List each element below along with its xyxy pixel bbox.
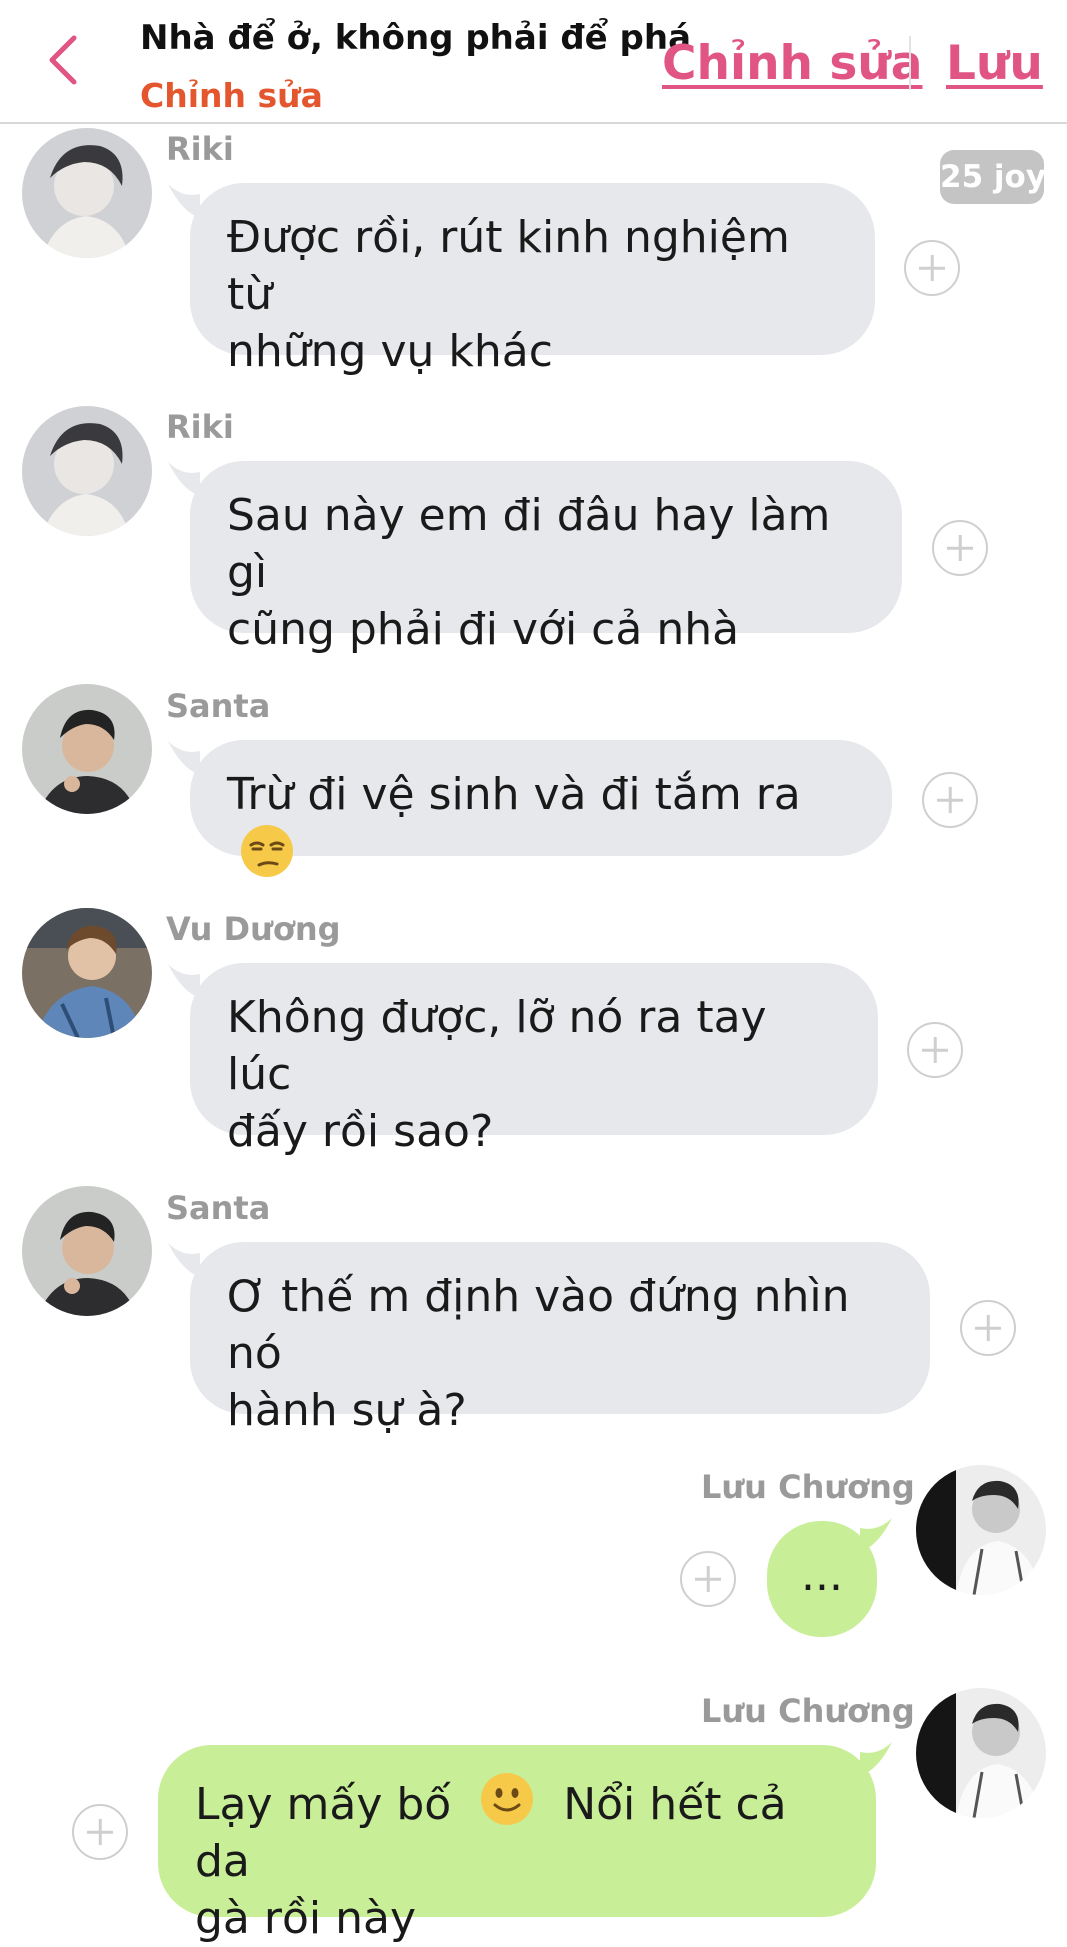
message-line: Được rồi, rút kinh nghiệm từ: [227, 212, 790, 320]
message-line: Trừ đi vệ sinh và đi tắm ra: [227, 769, 801, 820]
bubble-tail: [860, 1518, 892, 1552]
message-bubble[interactable]: Sau này em đi đâu hay làm gì cũng phải đ…: [190, 461, 902, 655]
slight-smile-emoji: [481, 1773, 534, 1825]
bubble-tail: [168, 1243, 200, 1277]
message-line: Không được, lỡ nó ra tay lúc: [227, 992, 767, 1100]
avatar[interactable]: [916, 1465, 1046, 1595]
avatar[interactable]: [22, 908, 152, 1038]
add-reaction-button[interactable]: [922, 772, 978, 828]
message-line: Sau này em đi đâu hay làm gì: [227, 490, 831, 598]
message-line: Ơ thế m định vào đứng nhìn nó: [227, 1271, 850, 1379]
message-bubble[interactable]: Ơ thế m định vào đứng nhìn nó hành sự à?: [190, 1242, 930, 1436]
avatar[interactable]: [22, 1186, 152, 1316]
message-bubble[interactable]: Được rồi, rút kinh nghiệm từ những vụ kh…: [190, 183, 875, 377]
message-bubble[interactable]: Lạy mấy bố Nổi hết cả da gà rồi này: [158, 1745, 876, 1944]
save-button[interactable]: Lưu: [946, 36, 1043, 91]
message-line: cũng phải đi với cả nhà: [227, 604, 740, 655]
add-reaction-button[interactable]: [680, 1551, 736, 1607]
bubble-tail: [168, 462, 200, 496]
bubble-tail: [168, 184, 200, 218]
sender-name: Vu Dương: [166, 910, 341, 948]
chevron-left-icon: [49, 35, 77, 85]
sender-name: Santa: [166, 1189, 271, 1227]
bubble-tail: [860, 1742, 892, 1776]
bubble-tail: [168, 741, 200, 775]
avatar[interactable]: [22, 128, 152, 258]
back-button[interactable]: [40, 30, 90, 90]
add-reaction-button[interactable]: [960, 1300, 1016, 1356]
avatar[interactable]: [916, 1688, 1046, 1818]
message-bubble[interactable]: Không được, lỡ nó ra tay lúc đấy rồi sao…: [190, 963, 878, 1157]
bubble-tail: [168, 964, 200, 998]
sender-name: Riki: [166, 408, 234, 446]
add-reaction-button[interactable]: [932, 520, 988, 576]
avatar[interactable]: [22, 406, 152, 536]
sender-name: Lưu Chương: [701, 1468, 915, 1506]
chat-title: Nhà để ở, không phải để phá: [140, 18, 692, 58]
message-bubble[interactable]: Trừ đi vệ sinh và đi tắm ra: [190, 740, 892, 877]
chat-subtitle: Chỉnh sửa: [140, 76, 323, 115]
edit-button[interactable]: Chỉnh sửa: [662, 36, 923, 91]
chat-header: Nhà để ở, không phải để phá Chỉnh sửa Ch…: [0, 0, 1067, 124]
header-divider: [909, 36, 911, 90]
joy-badge: 25 joy: [940, 150, 1046, 204]
unamused-face-emoji: [241, 825, 293, 877]
sender-name: Riki: [166, 130, 234, 168]
avatar[interactable]: [22, 684, 152, 814]
message-line: Lạy mấy bố: [195, 1779, 452, 1830]
message-line: hành sự à?: [227, 1385, 467, 1436]
sender-name: Lưu Chương: [701, 1692, 915, 1730]
add-reaction-button[interactable]: [904, 240, 960, 296]
message-line: đấy rồi sao?: [227, 1106, 494, 1157]
message-line: những vụ khác: [227, 326, 553, 377]
message-line: gà rồi này: [195, 1893, 416, 1944]
add-reaction-button[interactable]: [907, 1022, 963, 1078]
add-reaction-button[interactable]: [72, 1804, 128, 1860]
sender-name: Santa: [166, 687, 271, 725]
message-line: ...: [801, 1550, 843, 1601]
